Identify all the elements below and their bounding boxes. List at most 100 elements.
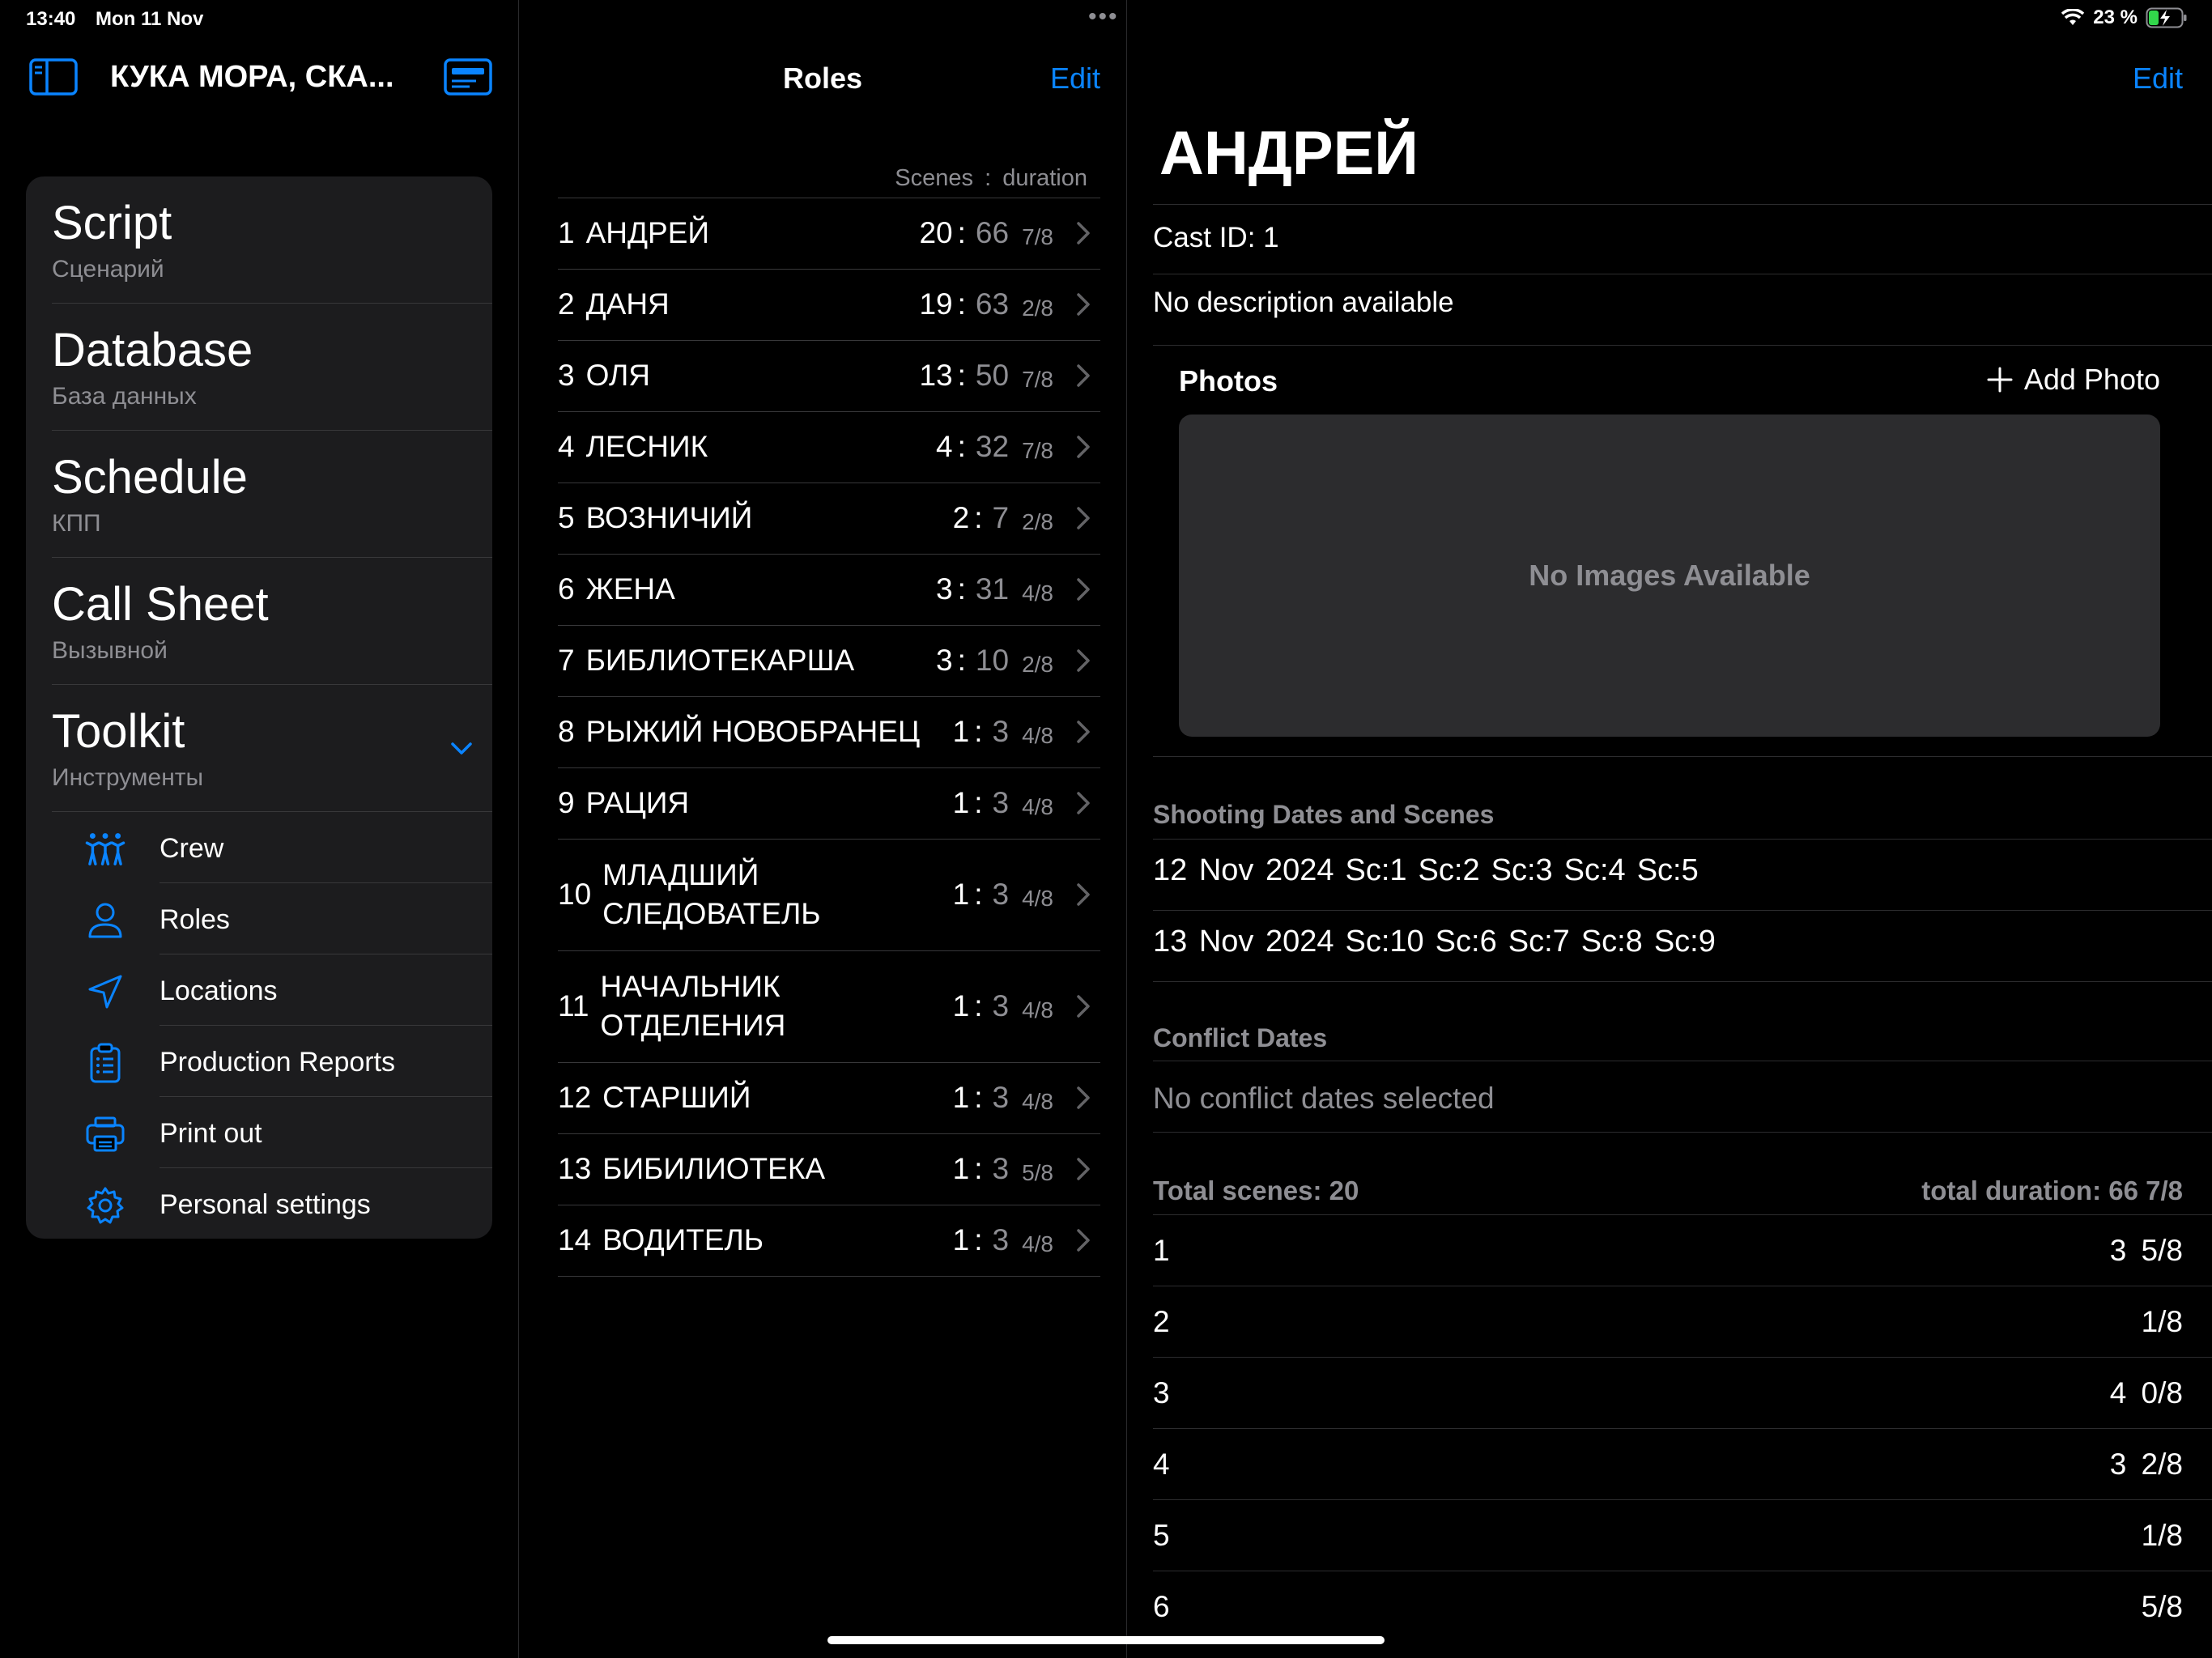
- chevron-right-icon: [1076, 577, 1091, 606]
- chevron-right-icon: [1076, 435, 1091, 463]
- role-row[interactable]: 12 СТАРШИЙ 1:3 4/8: [558, 1062, 1100, 1133]
- role-number: 10: [558, 878, 592, 911]
- scene-duration-row[interactable]: 2 1/8: [1153, 1286, 2183, 1357]
- role-row[interactable]: 10 МЛАДШИЙ СЛЕДОВАТЕЛЬ 1:3 4/8: [558, 839, 1100, 950]
- scene-tag[interactable]: Sc:8: [1581, 925, 1643, 959]
- scene-tag[interactable]: Sc:10: [1346, 925, 1424, 959]
- role-scene-count: 1: [952, 878, 970, 911]
- role-name: ОЛЯ: [585, 359, 650, 392]
- scene-duration: 5/8: [2141, 1590, 2183, 1623]
- nav-toolkit[interactable]: Toolkit Инструменты: [52, 685, 492, 812]
- role-row[interactable]: 11 НАЧАЛЬНИК ОТДЕЛЕНИЯ 1:3 4/8: [558, 950, 1100, 1062]
- role-duration-fraction: 7/8: [1022, 224, 1053, 249]
- scene-tag[interactable]: Sc:4: [1564, 853, 1626, 887]
- role-number: 13: [558, 1152, 592, 1185]
- sidebar-header: КУКА МОРА, СКА...: [29, 57, 492, 100]
- role-duration: 66: [975, 216, 1010, 249]
- toolkit-item-locations[interactable]: Locations: [26, 954, 492, 1026]
- nav-call-sheet[interactable]: Call Sheet Вызывной: [52, 558, 492, 685]
- divider: [1153, 345, 2212, 346]
- toolkit-item-production-reports[interactable]: Production Reports: [26, 1026, 492, 1097]
- role-counts: 2:7 2/8: [953, 483, 1053, 554]
- role-row[interactable]: 8 РЫЖИЙ НОВОБРАНЕЦ 1:3 4/8: [558, 696, 1100, 767]
- role-row[interactable]: 1 АНДРЕЙ 20:66 7/8: [558, 198, 1100, 269]
- shooting-date-row: 13 Nov 2024 Sc:10 Sc:6 Sc:7 Sc:8 Sc:9: [1153, 925, 1727, 959]
- role-separator: :: [974, 1152, 983, 1185]
- role-counts: 1:3 4/8: [953, 1062, 1053, 1133]
- roles-edit-button[interactable]: Edit: [1050, 62, 1100, 96]
- card-menu-icon[interactable]: [444, 58, 492, 96]
- role-duration: 3: [992, 878, 1010, 911]
- scene-tag[interactable]: Sc:3: [1491, 853, 1553, 887]
- chevron-right-icon: [1076, 648, 1091, 677]
- photos-label: Photos: [1179, 364, 1278, 397]
- chevron-down-icon[interactable]: [450, 742, 473, 756]
- role-row[interactable]: 6 ЖЕНА 3:31 4/8: [558, 554, 1100, 625]
- role-row[interactable]: 5 ВОЗНИЧИЙ 2:7 2/8: [558, 483, 1100, 554]
- sidebar-toggle-icon[interactable]: [29, 58, 78, 96]
- nav-script[interactable]: Script Сценарий: [52, 176, 492, 304]
- totals-header: Total scenes: 20 total duration: 66 7/8: [1153, 1175, 2183, 1206]
- role-duration-fraction: 2/8: [1022, 509, 1053, 534]
- role-row[interactable]: 14 ВОДИТЕЛЬ 1:3 4/8: [558, 1205, 1100, 1276]
- role-name-group: 10 МЛАДШИЙ СЛЕДОВАТЕЛЬ: [558, 839, 821, 950]
- role-row[interactable]: 3 ОЛЯ 13:50 7/8: [558, 340, 1100, 411]
- chevron-right-icon: [1076, 1086, 1091, 1114]
- chevron-right-icon: [1076, 1228, 1091, 1256]
- role-number: 6: [558, 572, 575, 606]
- toolkit-item-personal-settings[interactable]: Personal settings: [26, 1168, 492, 1239]
- scene-tag[interactable]: Sc:7: [1508, 925, 1570, 959]
- role-scene-count: 3: [936, 644, 953, 677]
- add-photo-button[interactable]: Add Photo: [1987, 363, 2160, 397]
- role-name: РЫЖИЙ НОВОБРАНЕЦ: [585, 715, 921, 748]
- role-separator: :: [974, 1081, 983, 1114]
- role-separator: :: [957, 572, 966, 606]
- nav-schedule-subtitle: КПП: [52, 510, 101, 537]
- add-photo-label: Add Photo: [2023, 363, 2160, 396]
- scene-duration: 1/8: [2141, 1519, 2183, 1552]
- toolkit-item-roles[interactable]: Roles: [26, 883, 492, 954]
- role-counts: 13:50 7/8: [919, 340, 1053, 411]
- total-duration: total duration: 66 7/8: [1921, 1175, 2183, 1205]
- role-row[interactable]: 9 РАЦИЯ 1:3 4/8: [558, 767, 1100, 839]
- scene-duration-row[interactable]: 6 5/8: [1153, 1571, 2183, 1642]
- nav-database[interactable]: Database База данных: [52, 304, 492, 431]
- toolkit-item-crew[interactable]: Crew: [26, 812, 492, 883]
- role-row[interactable]: 4 ЛЕСНИК 4:32 7/8: [558, 411, 1100, 483]
- sidebar-menu-card: Script Сценарий Database База данных Sch…: [26, 176, 492, 1239]
- nav-toolkit-title: Toolkit: [52, 705, 185, 758]
- role-duration: 7: [992, 501, 1010, 534]
- scene-duration: 1/8: [2141, 1305, 2183, 1338]
- chevron-right-icon: [1076, 506, 1091, 534]
- role-row[interactable]: 2 ДАНЯ 19:63 2/8: [558, 269, 1100, 340]
- role-name-group: 2 ДАНЯ: [558, 269, 670, 340]
- detail-edit-button[interactable]: Edit: [2133, 62, 2183, 96]
- shooting-date-row: 12 Nov 2024 Sc:1 Sc:2 Sc:3 Sc:4 Sc:5: [1153, 853, 1710, 888]
- toolkit-item-print-out[interactable]: Print out: [26, 1097, 492, 1168]
- home-indicator[interactable]: [827, 1636, 1385, 1644]
- role-number: 2: [558, 287, 575, 321]
- scene-tag[interactable]: Sc:9: [1654, 925, 1716, 959]
- role-row[interactable]: 7 БИБЛИОТЕКАРША 3:10 2/8: [558, 625, 1100, 696]
- scene-number: 4: [1153, 1448, 1170, 1481]
- scene-tag[interactable]: Sc:2: [1419, 853, 1480, 887]
- scene-tag[interactable]: Sc:1: [1346, 853, 1407, 887]
- scene-duration-row[interactable]: 1 3 5/8: [1153, 1214, 2183, 1286]
- divider: [1153, 981, 2212, 982]
- scene-duration-row[interactable]: 4 3 2/8: [1153, 1428, 2183, 1499]
- scene-duration-row[interactable]: 3 4 0/8: [1153, 1357, 2183, 1428]
- printer-icon: [84, 1113, 126, 1155]
- role-row[interactable]: 13 БИБИЛИОТЕКА 1:3 5/8: [558, 1133, 1100, 1205]
- nav-schedule[interactable]: Schedule КПП: [52, 431, 492, 558]
- scene-tag[interactable]: Sc:5: [1637, 853, 1699, 887]
- scene-tag[interactable]: Sc:6: [1436, 925, 1497, 959]
- project-title[interactable]: КУКА МОРА, СКА...: [110, 60, 394, 95]
- role-duration-fraction: 4/8: [1022, 794, 1053, 819]
- scene-duration-row[interactable]: 5 1/8: [1153, 1499, 2183, 1571]
- role-name-group: 9 РАЦИЯ: [558, 767, 689, 839]
- no-images-text: No Images Available: [1529, 559, 1810, 592]
- scene-duration: 3 5/8: [2109, 1234, 2183, 1267]
- role-duration: 10: [975, 644, 1010, 677]
- photo-gallery[interactable]: No Images Available: [1179, 414, 2160, 737]
- role-duration-fraction: 4/8: [1022, 1089, 1053, 1114]
